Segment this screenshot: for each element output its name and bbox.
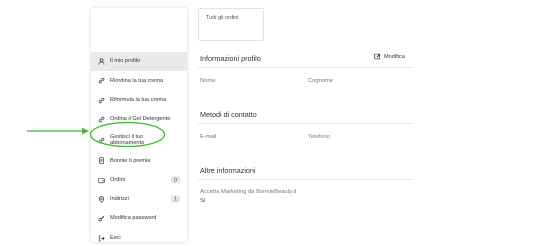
edit-profile-label: Modifica bbox=[384, 53, 405, 60]
wallet-icon bbox=[97, 176, 106, 185]
sidebar-item-label: Il mio profilo bbox=[110, 58, 141, 65]
annotation-highlight-ellipse bbox=[89, 121, 166, 148]
sidebar-item-label: Esci bbox=[110, 234, 121, 241]
edit-profile-button[interactable]: Modifica bbox=[374, 53, 405, 60]
document-icon bbox=[97, 156, 106, 165]
profile-divider bbox=[198, 67, 412, 68]
other-info-section-title: Altre informazioni bbox=[200, 166, 256, 175]
location-pin-icon bbox=[97, 195, 106, 204]
name-field-label: Nome bbox=[200, 78, 216, 84]
sidebar-item-reformulate-cream[interactable]: Riformula la tua crema bbox=[91, 91, 187, 110]
contacts-divider bbox=[198, 123, 412, 124]
other-info-divider bbox=[198, 179, 412, 180]
link-icon bbox=[97, 76, 106, 85]
account-menu: Il mio profilo Riordina la tua crema Rif… bbox=[91, 52, 187, 246]
contacts-section-title: Metodi di contatto bbox=[200, 110, 257, 119]
sidebar-item-label: Ordini bbox=[110, 176, 125, 183]
marketing-consent-value: Sì bbox=[200, 198, 206, 204]
addresses-count-badge: 1 bbox=[171, 195, 180, 203]
sidebar-item-label: Riformula la tua crema bbox=[110, 96, 167, 103]
phone-field-label: Telefono bbox=[308, 134, 330, 140]
all-orders-label: Tutti gli ordini bbox=[206, 15, 239, 21]
link-icon bbox=[97, 96, 106, 105]
sidebar-item-label: Modifica password bbox=[110, 215, 157, 222]
key-icon bbox=[97, 214, 106, 223]
sidebar-item-logout[interactable]: Esci bbox=[91, 228, 187, 246]
sidebar-header bbox=[91, 8, 187, 52]
sidebar-item-bonnie-rewards[interactable]: Bonnie ti premia bbox=[91, 151, 187, 170]
profile-section-title: Informazioni profilo bbox=[200, 54, 261, 63]
sidebar-item-addresses[interactable]: Indirizzi 1 bbox=[91, 190, 187, 209]
email-field-label: E-mail bbox=[200, 134, 217, 140]
sidebar-item-label: Indirizzi bbox=[110, 196, 129, 203]
orders-count-badge: 0 bbox=[171, 176, 180, 184]
marketing-consent-label: Accetta Marketing da BonnieBeauty.it bbox=[200, 189, 297, 195]
annotation-arrow bbox=[27, 127, 89, 135]
sidebar-item-my-profile[interactable]: Il mio profilo bbox=[91, 52, 187, 72]
surname-field-label: Cognome bbox=[308, 78, 334, 84]
sidebar-item-reorder-cream[interactable]: Riordina la tua crema bbox=[91, 71, 187, 90]
sidebar-item-change-password[interactable]: Modifica password bbox=[91, 209, 187, 228]
sidebar-item-label: Bonnie ti premia bbox=[110, 157, 151, 164]
edit-icon bbox=[374, 53, 381, 60]
sidebar-item-orders[interactable]: Ordini 0 bbox=[91, 170, 187, 189]
logout-icon bbox=[97, 234, 106, 243]
all-orders-card[interactable]: Tutti gli ordini bbox=[198, 8, 264, 41]
user-icon bbox=[97, 57, 106, 66]
sidebar-item-label: Riordina la tua crema bbox=[110, 77, 164, 84]
